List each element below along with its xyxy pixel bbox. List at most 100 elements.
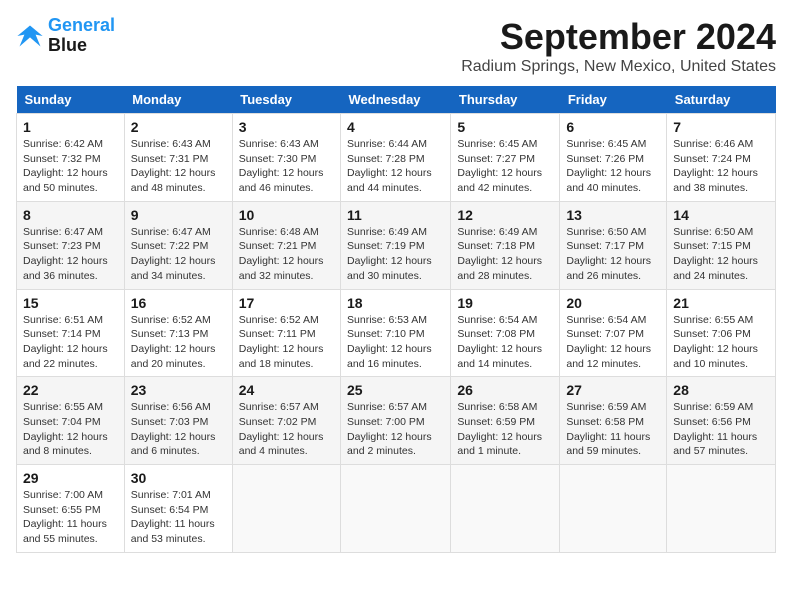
calendar-cell: 26 Sunrise: 6:58 AM Sunset: 6:59 PM Dayl… [451, 377, 560, 465]
day-number: 7 [673, 119, 769, 135]
calendar-cell: 16 Sunrise: 6:52 AM Sunset: 7:13 PM Dayl… [124, 289, 232, 377]
day-number: 14 [673, 207, 769, 223]
day-number: 26 [457, 382, 553, 398]
subtitle: Radium Springs, New Mexico, United State… [461, 58, 776, 76]
calendar-cell: 18 Sunrise: 6:53 AM Sunset: 7:10 PM Dayl… [341, 289, 451, 377]
day-info: Sunrise: 7:00 AM Sunset: 6:55 PM Dayligh… [23, 488, 118, 547]
logo: General Blue [16, 16, 115, 56]
day-number: 12 [457, 207, 553, 223]
calendar-cell: 23 Sunrise: 6:56 AM Sunset: 7:03 PM Dayl… [124, 377, 232, 465]
day-info: Sunrise: 6:45 AM Sunset: 7:27 PM Dayligh… [457, 137, 553, 196]
week-row-5: 29 Sunrise: 7:00 AM Sunset: 6:55 PM Dayl… [17, 465, 776, 553]
calendar-cell [451, 465, 560, 553]
calendar-cell: 7 Sunrise: 6:46 AM Sunset: 7:24 PM Dayli… [667, 114, 776, 202]
week-row-4: 22 Sunrise: 6:55 AM Sunset: 7:04 PM Dayl… [17, 377, 776, 465]
day-number: 1 [23, 119, 118, 135]
week-row-2: 8 Sunrise: 6:47 AM Sunset: 7:23 PM Dayli… [17, 201, 776, 289]
logo-text: General Blue [48, 16, 115, 56]
day-info: Sunrise: 6:56 AM Sunset: 7:03 PM Dayligh… [131, 400, 226, 459]
calendar-cell: 14 Sunrise: 6:50 AM Sunset: 7:15 PM Dayl… [667, 201, 776, 289]
day-info: Sunrise: 6:54 AM Sunset: 7:08 PM Dayligh… [457, 313, 553, 372]
day-number: 27 [566, 382, 660, 398]
day-number: 13 [566, 207, 660, 223]
calendar-cell: 21 Sunrise: 6:55 AM Sunset: 7:06 PM Dayl… [667, 289, 776, 377]
calendar-cell: 24 Sunrise: 6:57 AM Sunset: 7:02 PM Dayl… [232, 377, 340, 465]
day-info: Sunrise: 6:59 AM Sunset: 6:58 PM Dayligh… [566, 400, 660, 459]
calendar-cell: 3 Sunrise: 6:43 AM Sunset: 7:30 PM Dayli… [232, 114, 340, 202]
calendar-header-row: SundayMondayTuesdayWednesdayThursdayFrid… [17, 86, 776, 114]
day-info: Sunrise: 6:57 AM Sunset: 7:00 PM Dayligh… [347, 400, 444, 459]
calendar-cell: 28 Sunrise: 6:59 AM Sunset: 6:56 PM Dayl… [667, 377, 776, 465]
calendar-cell: 9 Sunrise: 6:47 AM Sunset: 7:22 PM Dayli… [124, 201, 232, 289]
week-row-3: 15 Sunrise: 6:51 AM Sunset: 7:14 PM Dayl… [17, 289, 776, 377]
day-number: 5 [457, 119, 553, 135]
day-info: Sunrise: 6:47 AM Sunset: 7:23 PM Dayligh… [23, 225, 118, 284]
day-number: 22 [23, 382, 118, 398]
day-number: 2 [131, 119, 226, 135]
calendar-cell [232, 465, 340, 553]
day-info: Sunrise: 6:55 AM Sunset: 7:06 PM Dayligh… [673, 313, 769, 372]
day-number: 3 [239, 119, 334, 135]
logo-icon [16, 22, 44, 50]
calendar-cell [667, 465, 776, 553]
day-number: 28 [673, 382, 769, 398]
header-sunday: Sunday [17, 86, 125, 114]
calendar-cell: 10 Sunrise: 6:48 AM Sunset: 7:21 PM Dayl… [232, 201, 340, 289]
day-number: 11 [347, 207, 444, 223]
header-wednesday: Wednesday [341, 86, 451, 114]
day-info: Sunrise: 6:45 AM Sunset: 7:26 PM Dayligh… [566, 137, 660, 196]
calendar-cell: 25 Sunrise: 6:57 AM Sunset: 7:00 PM Dayl… [341, 377, 451, 465]
calendar-cell: 5 Sunrise: 6:45 AM Sunset: 7:27 PM Dayli… [451, 114, 560, 202]
header-thursday: Thursday [451, 86, 560, 114]
calendar-cell: 13 Sunrise: 6:50 AM Sunset: 7:17 PM Dayl… [560, 201, 667, 289]
day-info: Sunrise: 6:47 AM Sunset: 7:22 PM Dayligh… [131, 225, 226, 284]
calendar-cell: 1 Sunrise: 6:42 AM Sunset: 7:32 PM Dayli… [17, 114, 125, 202]
day-number: 16 [131, 295, 226, 311]
day-number: 15 [23, 295, 118, 311]
day-number: 4 [347, 119, 444, 135]
day-number: 18 [347, 295, 444, 311]
day-info: Sunrise: 6:53 AM Sunset: 7:10 PM Dayligh… [347, 313, 444, 372]
day-info: Sunrise: 6:54 AM Sunset: 7:07 PM Dayligh… [566, 313, 660, 372]
day-info: Sunrise: 6:48 AM Sunset: 7:21 PM Dayligh… [239, 225, 334, 284]
header-saturday: Saturday [667, 86, 776, 114]
calendar-cell: 2 Sunrise: 6:43 AM Sunset: 7:31 PM Dayli… [124, 114, 232, 202]
calendar-cell: 20 Sunrise: 6:54 AM Sunset: 7:07 PM Dayl… [560, 289, 667, 377]
day-number: 30 [131, 470, 226, 486]
day-info: Sunrise: 6:43 AM Sunset: 7:31 PM Dayligh… [131, 137, 226, 196]
calendar-cell: 4 Sunrise: 6:44 AM Sunset: 7:28 PM Dayli… [341, 114, 451, 202]
day-info: Sunrise: 6:46 AM Sunset: 7:24 PM Dayligh… [673, 137, 769, 196]
day-number: 17 [239, 295, 334, 311]
day-number: 10 [239, 207, 334, 223]
calendar-cell: 30 Sunrise: 7:01 AM Sunset: 6:54 PM Dayl… [124, 465, 232, 553]
day-number: 29 [23, 470, 118, 486]
day-number: 25 [347, 382, 444, 398]
title-section: September 2024 Radium Springs, New Mexic… [461, 16, 776, 76]
day-info: Sunrise: 6:52 AM Sunset: 7:13 PM Dayligh… [131, 313, 226, 372]
day-info: Sunrise: 6:59 AM Sunset: 6:56 PM Dayligh… [673, 400, 769, 459]
calendar-cell: 11 Sunrise: 6:49 AM Sunset: 7:19 PM Dayl… [341, 201, 451, 289]
header-tuesday: Tuesday [232, 86, 340, 114]
day-info: Sunrise: 6:49 AM Sunset: 7:18 PM Dayligh… [457, 225, 553, 284]
day-info: Sunrise: 6:52 AM Sunset: 7:11 PM Dayligh… [239, 313, 334, 372]
day-info: Sunrise: 6:50 AM Sunset: 7:17 PM Dayligh… [566, 225, 660, 284]
day-info: Sunrise: 6:49 AM Sunset: 7:19 PM Dayligh… [347, 225, 444, 284]
calendar-cell: 27 Sunrise: 6:59 AM Sunset: 6:58 PM Dayl… [560, 377, 667, 465]
day-info: Sunrise: 6:43 AM Sunset: 7:30 PM Dayligh… [239, 137, 334, 196]
day-info: Sunrise: 6:50 AM Sunset: 7:15 PM Dayligh… [673, 225, 769, 284]
day-number: 20 [566, 295, 660, 311]
calendar-cell [341, 465, 451, 553]
calendar-cell: 8 Sunrise: 6:47 AM Sunset: 7:23 PM Dayli… [17, 201, 125, 289]
header-monday: Monday [124, 86, 232, 114]
week-row-1: 1 Sunrise: 6:42 AM Sunset: 7:32 PM Dayli… [17, 114, 776, 202]
day-number: 24 [239, 382, 334, 398]
main-title: September 2024 [461, 16, 776, 58]
day-info: Sunrise: 6:58 AM Sunset: 6:59 PM Dayligh… [457, 400, 553, 459]
day-number: 23 [131, 382, 226, 398]
day-number: 19 [457, 295, 553, 311]
day-number: 9 [131, 207, 226, 223]
day-info: Sunrise: 6:51 AM Sunset: 7:14 PM Dayligh… [23, 313, 118, 372]
header-friday: Friday [560, 86, 667, 114]
calendar-cell: 15 Sunrise: 6:51 AM Sunset: 7:14 PM Dayl… [17, 289, 125, 377]
calendar-table: SundayMondayTuesdayWednesdayThursdayFrid… [16, 86, 776, 553]
